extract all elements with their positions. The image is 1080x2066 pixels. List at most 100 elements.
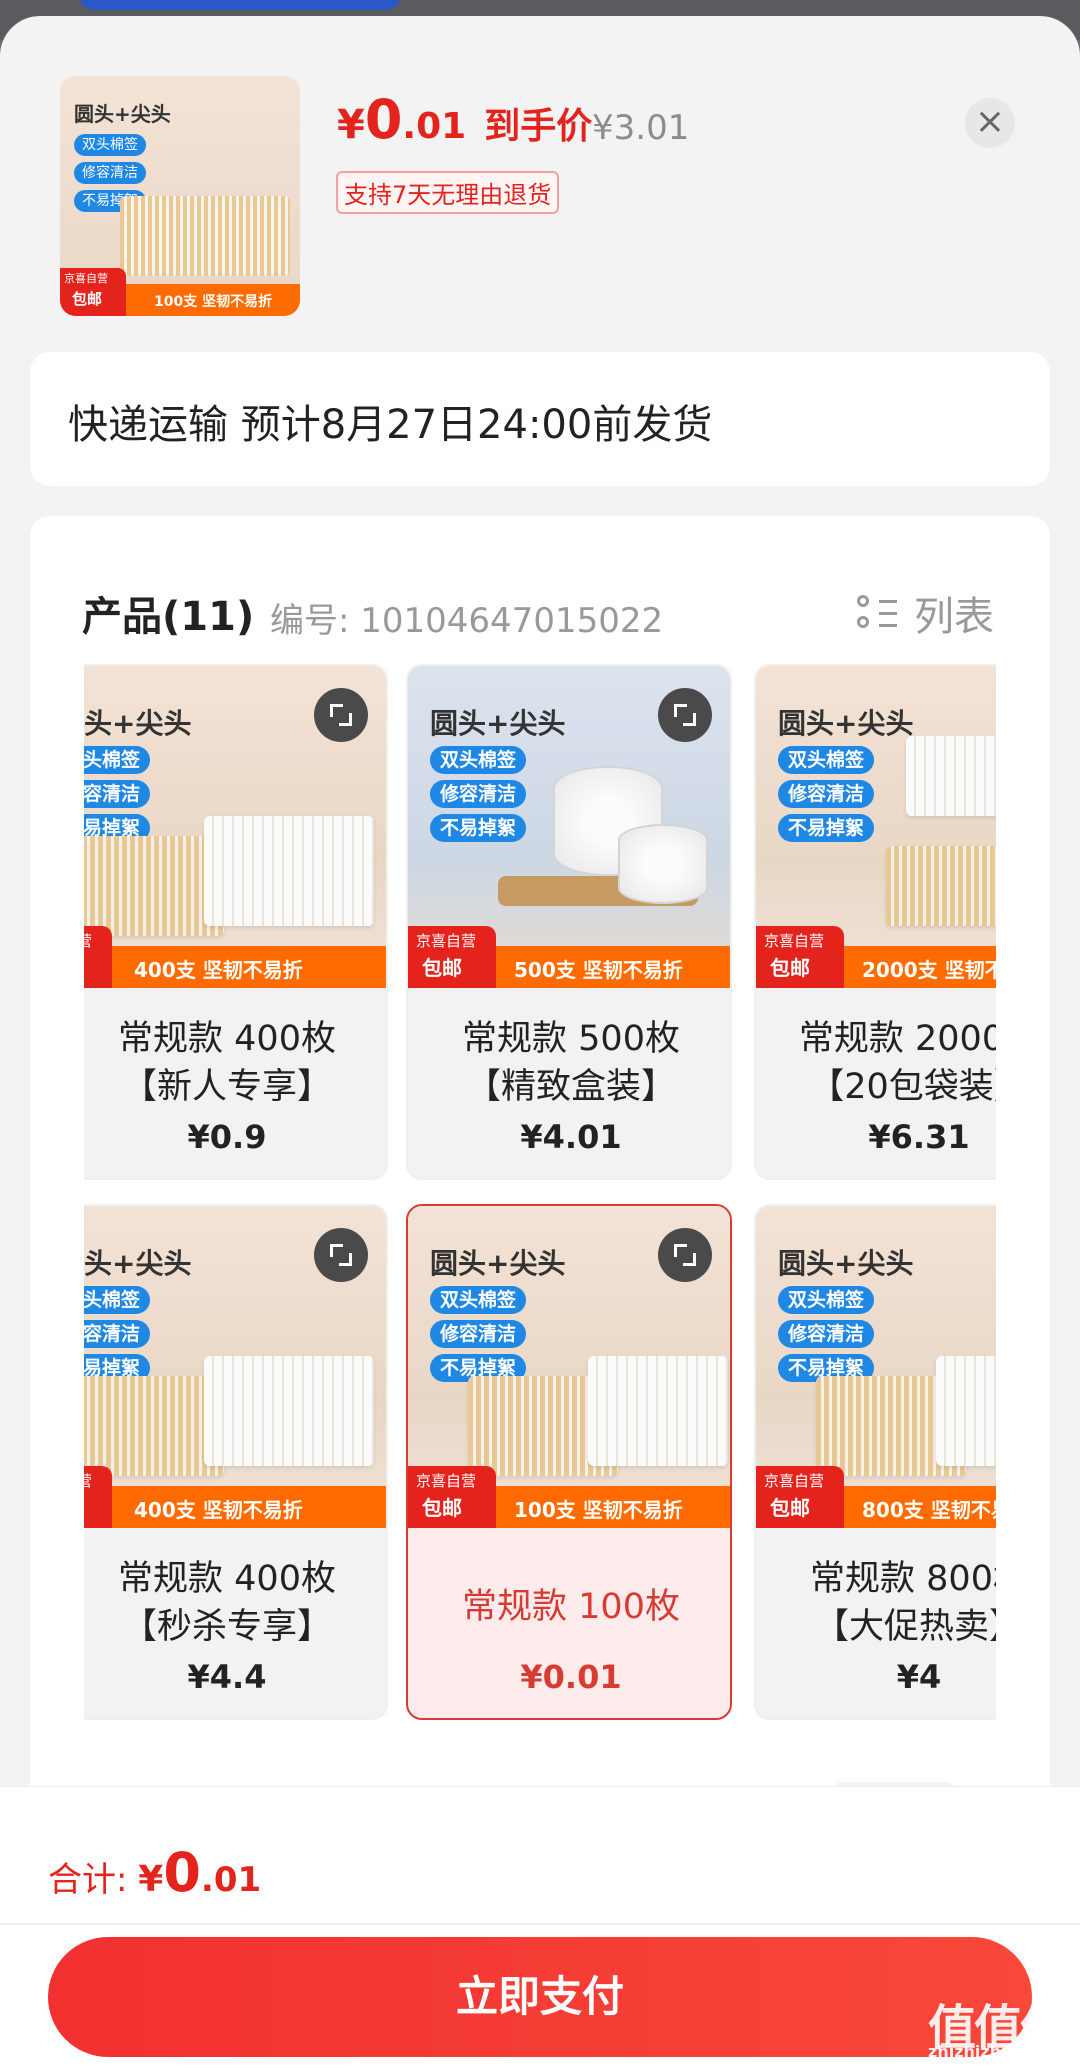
product-count-title: 产品(11) bbox=[82, 594, 255, 640]
total-label: 合计: bbox=[48, 1860, 139, 1900]
option-feature: 修容清洁 bbox=[84, 780, 151, 808]
list-view-text: 列表 bbox=[914, 594, 994, 640]
product-option-800-hot[interactable]: 圆头+尖头 双头棉签 修容清洁 不易掉絮 京喜自营 包邮 800支 坚韧不易折 … bbox=[754, 1204, 996, 1720]
option-heading: 圆头+尖头 bbox=[84, 1247, 192, 1280]
option-subtitle: 【精致盒装】 bbox=[465, 1067, 676, 1107]
option-subtitle: 【秒杀专享】 bbox=[121, 1607, 332, 1647]
option-banner: 京喜自营 包邮 100支 坚韧不易折 bbox=[408, 1466, 730, 1528]
watermark-url: zhizhizhi.com bbox=[928, 2042, 1050, 2061]
thumb-cotton-swabs bbox=[120, 196, 290, 276]
option-price: ¥0.01 bbox=[520, 1658, 622, 1696]
expand-icon[interactable] bbox=[314, 688, 368, 742]
self-operated-badge: 京喜自营 包邮 bbox=[408, 1466, 496, 1528]
option-feature: 修容清洁 bbox=[430, 780, 527, 808]
option-name: 常规款 100枚 bbox=[462, 1587, 680, 1627]
price-decimal: .01 bbox=[402, 106, 467, 147]
list-view-label[interactable]: 列表 bbox=[914, 584, 994, 642]
product-option-image: 圆头+尖头 双头棉签 修容清洁 不易掉絮 bbox=[84, 1206, 386, 1528]
option-banner: 京喜自营 包邮 2000支 坚韧不易折 bbox=[756, 926, 996, 988]
self-operated-badge: 京喜自营 包邮 bbox=[756, 926, 844, 988]
option-name: 常规款 500枚 bbox=[462, 1019, 680, 1059]
self-operated-badge: 京喜自营 包邮 bbox=[408, 926, 496, 988]
option-subtitle: 【新人专享】 bbox=[121, 1067, 332, 1107]
option-price: ¥4.01 bbox=[520, 1118, 622, 1156]
thumb-banner-text: 100支 坚韧不易折 bbox=[154, 294, 273, 310]
close-icon[interactable]: × bbox=[965, 98, 1015, 148]
self-operated-text: 京喜自营 bbox=[84, 930, 92, 951]
self-operated-text: 京喜自营 bbox=[416, 1472, 477, 1490]
option-subtitle: 【大促热卖】 bbox=[813, 1607, 996, 1647]
cotton-swab-pack bbox=[204, 1356, 374, 1466]
self-operated-text: 京喜自营 bbox=[764, 1472, 825, 1490]
thumb-heading: 圆头+尖头 bbox=[74, 102, 171, 126]
product-card: 产品(11) 编号: 10104647015022 列表 圆头+尖头 双头棉签 … bbox=[30, 516, 1050, 1916]
cotton-swab-pack bbox=[588, 1356, 728, 1466]
product-option-400-flash[interactable]: 圆头+尖头 双头棉签 修容清洁 不易掉絮 京喜自营 包邮 400支 坚韧不易折 … bbox=[84, 1204, 388, 1720]
total-decimal: .01 bbox=[200, 1860, 262, 1900]
expand-icon[interactable] bbox=[314, 1228, 368, 1282]
option-banner-text: 2000支 坚韧不易折 bbox=[862, 958, 996, 982]
price-currency: ¥ bbox=[337, 102, 365, 148]
thumb-self-badge: 京喜自营 包邮 bbox=[60, 268, 126, 316]
product-option-100-selected[interactable]: 圆头+尖头 双头棉签 修容清洁 不易掉絮 京喜自营 包邮 100支 坚韧不易折 … bbox=[406, 1204, 732, 1720]
thumb-feature: 双头棉签 bbox=[74, 134, 146, 156]
option-banner: 京喜自营 包邮 400支 坚韧不易折 bbox=[84, 926, 386, 988]
divider bbox=[0, 1923, 1080, 1925]
product-option-500-box[interactable]: 圆头+尖头 双头棉签 修容清洁 不易掉絮 京喜自营 包邮 500支 坚韧不易折 bbox=[406, 664, 732, 1180]
free-shipping-text: 包邮 bbox=[770, 1496, 810, 1520]
purchase-sheet: 圆头+尖头 双头棉签 修容清洁 不易掉絮 京喜自营 包邮 100支 坚韧不易折 … bbox=[0, 16, 1080, 2066]
original-price: ¥3.01 bbox=[592, 108, 690, 148]
option-feature: 修容清洁 bbox=[430, 1320, 527, 1348]
option-feature: 不易掉絮 bbox=[778, 814, 875, 842]
checkout-bar: 合计: ¥0.01 立即支付 bbox=[0, 1786, 1080, 2066]
total-integer: 0 bbox=[163, 1841, 201, 1904]
self-operated-badge: 京喜自营 包邮 bbox=[756, 1466, 844, 1528]
cotton-swab-pack bbox=[84, 1376, 224, 1476]
pay-now-button[interactable]: 立即支付 bbox=[48, 1937, 1032, 2057]
delivery-text: 快递运输 预计8月27日24:00前发货 bbox=[68, 402, 713, 448]
option-price: ¥0.9 bbox=[187, 1118, 267, 1156]
option-price: ¥6.31 bbox=[868, 1118, 970, 1156]
thumb-feature: 修容清洁 bbox=[74, 162, 146, 184]
option-heading: 圆头+尖头 bbox=[430, 1247, 566, 1280]
option-heading: 圆头+尖头 bbox=[778, 707, 914, 740]
expand-icon[interactable] bbox=[658, 688, 712, 742]
sheet-header: 圆头+尖头 双头棉签 修容清洁 不易掉絮 京喜自营 包邮 100支 坚韧不易折 … bbox=[0, 16, 1080, 346]
option-price: ¥4.4 bbox=[187, 1658, 267, 1696]
option-feature: 不易掉絮 bbox=[430, 814, 527, 842]
expand-icon[interactable] bbox=[658, 1228, 712, 1282]
site-watermark: 值值值 zhizhizhi.com bbox=[928, 1988, 1068, 2061]
option-banner-text: 100支 坚韧不易折 bbox=[514, 1498, 683, 1522]
thumb-banner: 京喜自营 包邮 100支 坚韧不易折 bbox=[60, 268, 300, 316]
option-name: 常规款 400枚 bbox=[118, 1559, 336, 1599]
product-grid: 圆头+尖头 双头棉签 修容清洁 不易掉絮 京喜自营 包邮 400支 坚韧不易折 … bbox=[84, 664, 996, 1864]
self-operated-badge: 京喜自营 包邮 bbox=[84, 926, 112, 988]
option-feature: 双头棉签 bbox=[430, 746, 527, 774]
option-banner-text: 400支 坚韧不易折 bbox=[134, 958, 303, 982]
product-thumbnail: 圆头+尖头 双头棉签 修容清洁 不易掉絮 京喜自营 包邮 100支 坚韧不易折 bbox=[60, 76, 300, 316]
option-feature: 双头棉签 bbox=[430, 1286, 527, 1314]
option-feature: 双头棉签 bbox=[778, 1286, 875, 1314]
option-feature: 修容清洁 bbox=[778, 1320, 875, 1348]
delivery-card: 快递运输 预计8月27日24:00前发货 bbox=[30, 352, 1050, 486]
option-banner: 京喜自营 包邮 800支 坚韧不易折 bbox=[756, 1466, 996, 1528]
self-operated-text: 京喜自营 bbox=[416, 932, 477, 950]
free-shipping-text: 包邮 bbox=[422, 956, 462, 980]
option-price: ¥4 bbox=[896, 1658, 942, 1696]
price-tag: 到手价 bbox=[484, 106, 593, 147]
return-policy-badge: 支持7天无理由退货 bbox=[336, 171, 560, 214]
option-name: 常规款 800枚 bbox=[810, 1559, 996, 1599]
list-view-icon[interactable] bbox=[857, 595, 897, 633]
option-subtitle: 【20包袋装】 bbox=[809, 1067, 996, 1107]
option-feature: 双头棉签 bbox=[84, 1286, 151, 1314]
product-option-400-new[interactable]: 圆头+尖头 双头棉签 修容清洁 不易掉絮 京喜自营 包邮 400支 坚韧不易折 … bbox=[84, 664, 388, 1180]
option-feature: 双头棉签 bbox=[84, 746, 151, 774]
total-currency: ¥ bbox=[138, 1859, 164, 1900]
product-option-2000-bags[interactable]: 圆头+尖头 双头棉签 修容清洁 不易掉絮 京喜自营 包邮 2000支 坚韧不易折… bbox=[754, 664, 996, 1180]
option-heading: 圆头+尖头 bbox=[84, 707, 192, 740]
cotton-swab-pack bbox=[936, 1356, 996, 1466]
option-name: 常规款 400枚 bbox=[118, 1019, 336, 1059]
option-banner-text: 500支 坚韧不易折 bbox=[514, 958, 683, 982]
product-option-image: 圆头+尖头 双头棉签 修容清洁 不易掉絮 bbox=[84, 666, 386, 988]
free-shipping-text: 包邮 bbox=[770, 956, 810, 980]
